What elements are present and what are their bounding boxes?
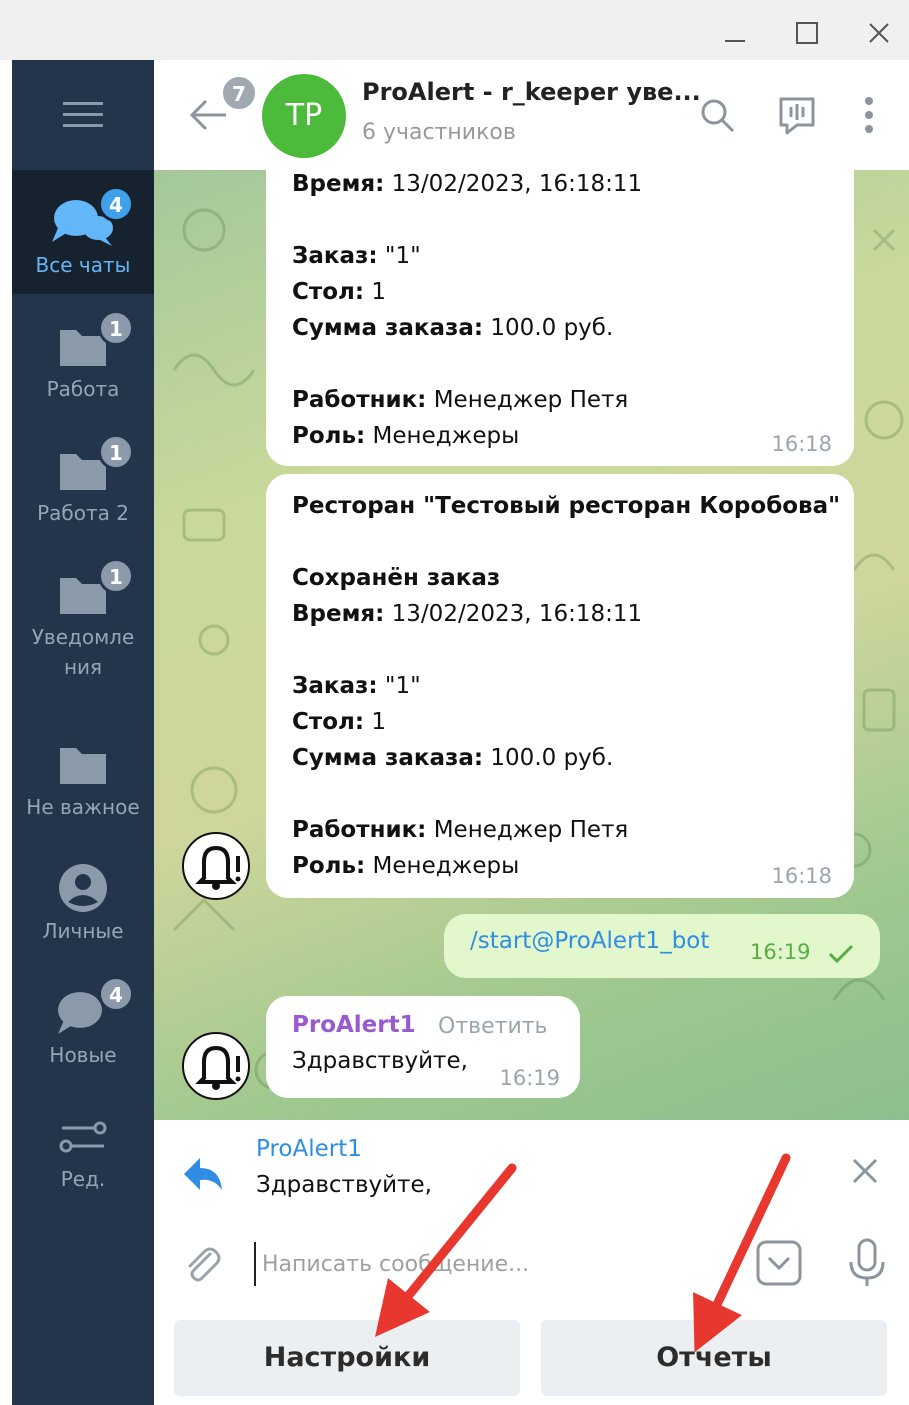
- annotation-arrows: [374, 1153, 791, 1353]
- arrow-to-reports: [693, 1153, 791, 1353]
- arrow-to-settings: [374, 1163, 517, 1337]
